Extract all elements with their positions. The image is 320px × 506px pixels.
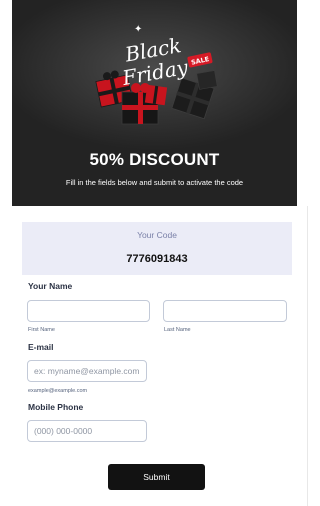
svg-text:✦: ✦ — [134, 24, 142, 35]
email-input[interactable] — [27, 360, 147, 382]
right-divider — [307, 206, 308, 506]
email-label: E-mail — [28, 342, 54, 352]
phone-label: Mobile Phone — [28, 402, 84, 412]
first-name-input[interactable] — [27, 300, 150, 322]
code-value: 7776091843 — [126, 253, 188, 265]
discount-title: 50% DISCOUNT — [89, 150, 220, 169]
discount-subtitle: Fill in the fields below and submit to a… — [65, 178, 244, 187]
last-name-input[interactable] — [163, 300, 287, 322]
code-box: Your Code 7776091843 — [22, 222, 292, 275]
email-sublabel: example@example.com — [28, 388, 88, 394]
phone-input[interactable] — [27, 420, 147, 442]
page: ✦ Black Friday SALE 50% DISCOUNT Fill in… — [0, 0, 310, 506]
promo-banner: ✦ Black Friday SALE 50% DISCOUNT Fill in… — [12, 0, 297, 206]
last-name-sublabel: Last Name — [164, 327, 191, 333]
name-label: Your Name — [28, 281, 73, 291]
black-friday-gifts-image: ✦ Black Friday SALE — [12, 0, 297, 150]
first-name-sublabel: First Name — [28, 327, 55, 333]
code-label: Your Code — [137, 230, 177, 240]
submit-button[interactable]: Submit — [108, 464, 205, 490]
